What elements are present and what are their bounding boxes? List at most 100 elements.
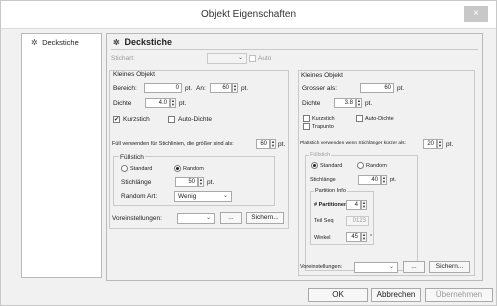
dichte-label-right: Dichte: [302, 100, 321, 107]
random-art-label: Random Art:: [121, 193, 158, 200]
chevron-down-icon: ⌄: [237, 55, 243, 61]
stichlange-stepper-right[interactable]: ▲ ▼: [381, 175, 387, 185]
kurzstich-label: Kurzstich: [123, 116, 150, 123]
preset-dots-button-right[interactable]: ...: [403, 261, 425, 273]
stichlange-input-left[interactable]: 50: [175, 177, 198, 187]
divider: [111, 49, 478, 50]
chevron-down-icon: ⌄: [388, 264, 394, 270]
preset-dropdown-left[interactable]: ⌄: [177, 213, 215, 224]
dichte-stepper-right[interactable]: ▲ ▼: [356, 98, 362, 108]
stichlange-input-right[interactable]: 40: [358, 175, 381, 185]
panel-title-label: Deckstiche: [124, 37, 173, 47]
preset-dots-button-left[interactable]: ...: [220, 212, 242, 224]
left-group-title: Kleines Objekt: [113, 71, 155, 78]
standard-radio-right[interactable]: [311, 162, 318, 169]
trapunto-label: Trapunto: [312, 124, 334, 130]
kurzstich-checkbox-right[interactable]: [303, 115, 310, 122]
grosser-input[interactable]: 60: [360, 83, 394, 93]
chevron-down-icon: ⌄: [222, 193, 228, 199]
an-unit: pt.: [241, 85, 249, 92]
bereich-input[interactable]: 0: [144, 83, 182, 93]
winkel-unit: °: [370, 234, 373, 240]
bereich-unit: pt.: [185, 85, 193, 92]
close-button[interactable]: ×: [464, 6, 488, 22]
auto-checkbox[interactable]: [249, 55, 256, 62]
properties-dialog: Objekt Eigenschaften × ✲ Deckstiche ✲ De…: [0, 0, 497, 306]
gear-icon: ✲: [31, 38, 38, 47]
cancel-button[interactable]: Abbrechen: [371, 288, 421, 302]
autodichte-label: Auto-Dichte: [178, 116, 212, 123]
random-art-value: Wenig: [178, 193, 197, 200]
an-stepper[interactable]: ▲ ▼: [232, 83, 238, 93]
right-group-title: Kleines Objekt: [301, 72, 343, 79]
dichte-input[interactable]: 4.0: [145, 98, 170, 108]
fill-use-stepper[interactable]: ▲ ▼: [270, 139, 276, 149]
grosser-label: Grosser als:: [302, 85, 338, 92]
fill-use-unit: pt.: [278, 141, 286, 148]
teilseq-input: 0123: [346, 216, 369, 226]
dichte-label: Dichte: [113, 100, 132, 107]
sidebar-item-label: Deckstiche: [42, 38, 79, 47]
title-bar: Objekt Eigenschaften ×: [1, 1, 496, 29]
partitionen-label: # Partitionen: [314, 202, 348, 208]
plattstich-input[interactable]: 20: [423, 139, 437, 149]
random-label-left: Random: [183, 166, 204, 172]
auto-label: Auto: [258, 55, 272, 62]
partition-title: Partition Info: [314, 188, 347, 194]
plattstich-stepper[interactable]: ▲ ▼: [437, 139, 443, 149]
partitionen-stepper[interactable]: ▲ ▼: [361, 200, 367, 210]
random-label-right: Random: [366, 163, 387, 169]
standard-label-right: Standard: [320, 163, 343, 169]
partitionen-input[interactable]: 4: [346, 200, 361, 210]
preset-label-left: Voreinstellungen:: [112, 215, 162, 222]
trapunto-checkbox[interactable]: [303, 123, 310, 130]
autodichte-label-right: Auto-Dichte: [365, 116, 394, 122]
random-radio-right[interactable]: [357, 162, 364, 169]
grosser-unit: pt.: [397, 85, 405, 92]
winkel-label: Winkel: [314, 235, 331, 241]
dichte-stepper[interactable]: ▲ ▼: [170, 98, 176, 108]
standard-label-left: Standard: [130, 166, 153, 172]
apply-button[interactable]: Übernehmen: [425, 288, 493, 302]
stichart-label: Stichart:: [111, 55, 135, 62]
stichlange-unit-right: pt.: [390, 177, 397, 183]
stichlange-label-right: Stichlänge: [310, 177, 336, 183]
stichlange-label-left: Stichlänge: [121, 179, 152, 186]
winkel-input[interactable]: 45: [346, 232, 361, 242]
save-preset-button-right[interactable]: Sichern...: [429, 261, 470, 273]
stichart-dropdown: ⌄: [207, 53, 247, 64]
winkel-stepper[interactable]: ▲ ▼: [361, 232, 367, 242]
panel-title: ✲ Deckstiche: [113, 37, 172, 47]
random-art-dropdown[interactable]: Wenig ⌄: [174, 191, 232, 202]
sidebar-item-deckstiche[interactable]: ✲ Deckstiche: [31, 38, 79, 47]
plattstich-label: Plattstich verwenden wenn Stichlänger kü…: [300, 141, 406, 146]
main-panel: ✲ Deckstiche Stichart: ⌄ Auto Kleines Ob…: [106, 33, 483, 281]
autodichte-checkbox[interactable]: [168, 116, 175, 123]
preset-label-right: Voreinstellungen:: [300, 264, 343, 270]
fullstich-title-left: Füllstich: [119, 154, 145, 161]
dichte-unit: pt.: [179, 100, 187, 107]
an-input[interactable]: 60: [210, 83, 232, 93]
plattstich-unit: pt.: [446, 141, 454, 148]
fullstich-title-right: Füllstich: [309, 152, 332, 158]
sidebar: ✲ Deckstiche: [21, 33, 102, 278]
kurzstich-label-right: Kurzstich: [312, 116, 335, 122]
autodichte-checkbox-right[interactable]: [356, 115, 363, 122]
dichte-input-right[interactable]: 3.8: [334, 98, 356, 108]
an-label: An:: [196, 85, 206, 92]
random-radio-left[interactable]: [174, 165, 181, 172]
dichte-unit-right: pt.: [365, 100, 373, 107]
bereich-label: Bereich:: [113, 85, 137, 92]
preset-dropdown-right[interactable]: ⌄: [354, 262, 398, 273]
fill-use-input[interactable]: 60: [256, 139, 270, 149]
teilseq-label: Teil Seq: [314, 218, 334, 224]
gear-icon: ✲: [113, 38, 120, 47]
window-title: Objekt Eigenschaften: [200, 9, 297, 20]
stichlange-stepper-left[interactable]: ▲ ▼: [198, 177, 204, 187]
ok-button[interactable]: OK: [308, 288, 368, 302]
standard-radio-left[interactable]: [121, 165, 128, 172]
fill-use-label: Füll verwenden für Stichlinien, die größ…: [112, 141, 234, 147]
kurzstich-checkbox[interactable]: ✔: [113, 116, 120, 123]
chevron-down-icon: ⌄: [205, 215, 211, 221]
save-preset-button-left[interactable]: Sichern...: [246, 212, 284, 224]
